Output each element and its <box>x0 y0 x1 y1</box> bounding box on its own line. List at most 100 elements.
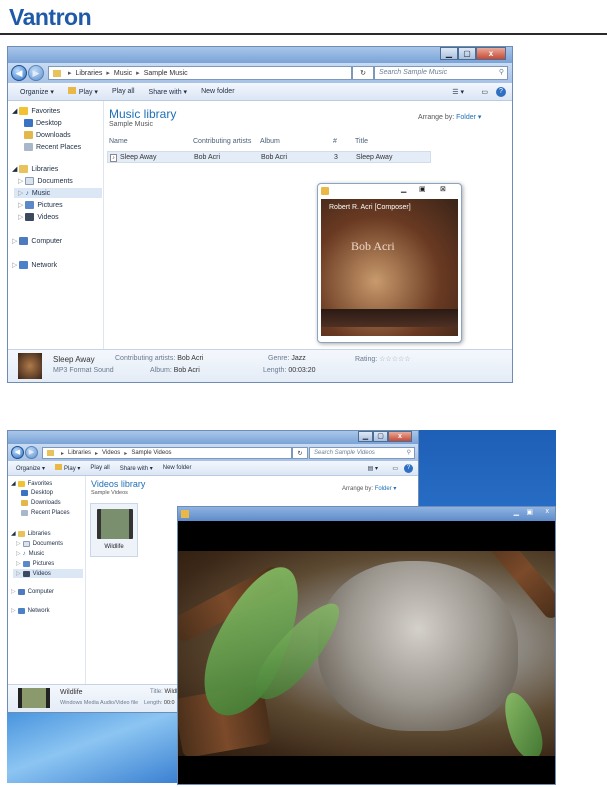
column-name[interactable]: Name <box>109 138 128 145</box>
table-row[interactable]: ♪ Sleep Away Bob Acri Bob Acri 3 Sleep A… <box>107 151 431 163</box>
organize-menu[interactable]: Organize ▾ <box>20 88 54 96</box>
nav-desktop[interactable]: Desktop <box>24 119 62 127</box>
breadcrumb-sample-videos[interactable]: Sample Videos <box>131 450 171 456</box>
help-icon[interactable]: ? <box>496 86 506 97</box>
address-bar[interactable]: ▸ Libraries ▸ Music ▸ Sample Music <box>48 66 352 80</box>
nav-desktop[interactable]: Desktop <box>21 490 53 496</box>
computer-icon <box>19 237 29 245</box>
breadcrumb-sample-music[interactable]: Sample Music <box>144 70 188 77</box>
nav-downloads[interactable]: Downloads <box>24 131 71 139</box>
navigation-pane: ◢ Favorites Desktop Downloads Recent Plac… <box>8 476 86 712</box>
new-folder-button[interactable]: New folder <box>201 88 234 95</box>
maximize-button[interactable]: ▢ <box>458 47 476 60</box>
nav-music[interactable]: ▷ ♪ Music <box>16 550 44 558</box>
nav-favorites[interactable]: ◢ Favorites <box>12 107 60 115</box>
nav-videos[interactable]: ▷ Videos <box>18 213 59 221</box>
breadcrumb-libraries[interactable]: Libraries <box>76 70 103 77</box>
details-name: Wildlife <box>60 689 83 696</box>
search-icon: ⚲ <box>498 69 504 76</box>
share-with-menu[interactable]: Share with ▾ <box>120 465 153 472</box>
breadcrumb-libraries[interactable]: Libraries <box>68 450 91 456</box>
recent-places-icon <box>21 510 28 516</box>
media-player-window[interactable]: ▁ ▣ ⊠ Robert R. Acri [Composer] Bob Acri <box>317 183 462 343</box>
preview-pane-icon[interactable]: ▭ <box>481 88 488 96</box>
preview-pane-icon[interactable]: ▭ <box>392 465 398 472</box>
title-bar[interactable]: ▁ ▢ x <box>8 47 512 63</box>
videos-icon <box>25 213 35 221</box>
nav-computer[interactable]: ▷ Computer <box>11 588 54 595</box>
player-close-button[interactable]: ⊠ <box>440 185 446 193</box>
column-album[interactable]: Album <box>260 138 280 145</box>
nav-network[interactable]: ▷ Network <box>11 607 50 614</box>
close-button[interactable]: x <box>388 431 412 442</box>
nav-pictures[interactable]: ▷ Pictures <box>16 560 54 567</box>
help-icon[interactable]: ? <box>404 463 413 473</box>
organize-menu[interactable]: Organize ▾ <box>16 465 45 472</box>
player-maximize-button[interactable]: ▣ <box>526 508 533 516</box>
libraries-icon <box>19 165 29 173</box>
refresh-button[interactable]: ↻ <box>352 66 374 80</box>
forward-button[interactable]: ▶ <box>28 65 44 81</box>
play-icon <box>55 464 63 470</box>
nav-music[interactable]: ▷ ♪ Music <box>14 188 102 198</box>
maximize-button[interactable]: ▢ <box>373 431 388 442</box>
player-minimize-button[interactable]: ▁ <box>401 185 406 193</box>
nav-documents[interactable]: ▷ Documents <box>16 540 63 547</box>
breadcrumb-music[interactable]: Music <box>114 70 132 77</box>
nav-downloads[interactable]: Downloads <box>21 500 61 506</box>
arrange-by[interactable]: Arrange by: Folder ▾ <box>418 113 481 121</box>
play-all-button[interactable]: Play all <box>90 465 109 471</box>
player-minimize-button[interactable]: ▁ <box>514 508 519 516</box>
koala-video-frame <box>178 551 555 756</box>
play-menu[interactable]: Play ▾ <box>67 87 98 96</box>
details-rating[interactable]: Rating: ☆☆☆☆☆ <box>355 355 411 363</box>
search-input[interactable]: Search Sample Videos ⚲ <box>309 447 415 459</box>
nav-recent-places[interactable]: Recent Places <box>24 143 81 151</box>
back-button[interactable]: ◀ <box>11 446 24 459</box>
details-name: Sleep Away <box>53 355 95 364</box>
column-number[interactable]: # <box>333 138 337 145</box>
search-input[interactable]: Search Sample Music ⚲ <box>374 66 508 80</box>
address-bar-area: ◀ ▶ ▸ Libraries ▸ Music ▸ Sample Music ↻… <box>8 63 512 83</box>
arrange-by[interactable]: Arrange by: Folder ▾ <box>342 485 396 492</box>
back-button[interactable]: ◀ <box>11 65 27 81</box>
command-bar: Organize ▾ Play ▾ Play all Share with ▾ … <box>8 461 418 476</box>
column-contributing-artists[interactable]: Contributing artists <box>193 138 251 145</box>
minimize-button[interactable]: ▁ <box>358 431 373 442</box>
piano-graphic <box>321 309 458 327</box>
nav-libraries[interactable]: ◢ Libraries <box>11 530 51 537</box>
title-bar[interactable]: ▁ ▢ x <box>8 431 418 444</box>
player-restore-button[interactable]: ▣ <box>419 185 426 193</box>
player-title-bar[interactable]: ▁ ▣ x <box>178 507 555 521</box>
share-with-menu[interactable]: Share with ▾ <box>149 88 188 96</box>
refresh-button[interactable]: ↻ <box>292 447 308 459</box>
nav-documents[interactable]: ▷ Documents <box>18 177 73 185</box>
address-bar[interactable]: ▸ Libraries ▸ Videos ▸ Sample Videos <box>42 447 292 459</box>
play-all-button[interactable]: Play all <box>112 88 135 95</box>
breadcrumb-videos[interactable]: Videos <box>102 450 120 456</box>
forward-button[interactable]: ▶ <box>25 446 38 459</box>
player-close-button[interactable]: x <box>546 508 550 515</box>
nav-libraries[interactable]: ◢ Libraries <box>12 165 58 173</box>
column-title[interactable]: Title <box>355 138 368 145</box>
view-options-icon[interactable]: ▤ ▾ <box>368 465 378 472</box>
nav-pictures[interactable]: ▷ Pictures <box>18 201 63 209</box>
nav-computer[interactable]: ▷ Computer <box>12 237 62 245</box>
film-strip-icon <box>97 509 133 539</box>
search-icon: ⚲ <box>406 450 411 456</box>
taskbar-swoosh <box>7 713 179 783</box>
new-folder-button[interactable]: New folder <box>163 465 192 471</box>
details-type: MP3 Format Sound <box>53 367 114 374</box>
details-pane: Sleep Away MP3 Format Sound Contributing… <box>8 349 512 382</box>
nav-videos[interactable]: ▷ Videos <box>13 569 83 578</box>
minimize-button[interactable]: ▁ <box>440 47 458 60</box>
nav-favorites[interactable]: ◢ Favorites <box>11 480 52 487</box>
video-file-item[interactable]: Wildlife <box>90 503 138 557</box>
cover-artist-text: Bob Acri <box>351 239 395 253</box>
video-player-window[interactable]: ▁ ▣ x <box>177 506 556 785</box>
nav-recent-places[interactable]: Recent Places <box>21 510 70 516</box>
view-options-icon[interactable]: ☰ ▾ <box>452 88 464 96</box>
play-menu[interactable]: Play ▾ <box>55 464 80 472</box>
nav-network[interactable]: ▷ Network <box>12 261 57 269</box>
close-button[interactable]: x <box>476 47 506 60</box>
